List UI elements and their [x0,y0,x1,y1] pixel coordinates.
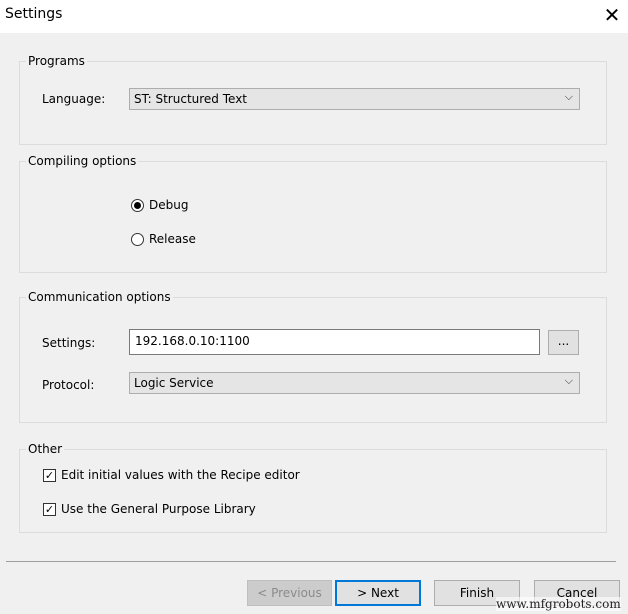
other-group [19,449,607,533]
chevron-down-icon: ⌵ [564,374,573,387]
language-value: ST: Structured Text [134,92,248,106]
programs-legend: Programs [26,54,87,68]
recipe-editor-label: Edit initial values with the Recipe edit… [61,468,300,482]
general-library-checkbox[interactable]: ✓ [43,503,56,516]
protocol-label: Protocol: [42,378,95,392]
browse-button[interactable]: ... [548,330,579,355]
communication-group [19,297,607,423]
protocol-select[interactable]: Logic Service ⌵ [129,372,580,394]
close-icon[interactable]: ✕ [600,3,624,27]
previous-button[interactable]: < Previous [247,580,332,606]
title-bar [0,0,628,33]
language-label: Language: [42,92,106,106]
window-title: Settings [5,6,63,22]
chevron-down-icon: ⌵ [564,90,573,103]
next-button[interactable]: > Next [335,580,421,606]
compiling-group [19,161,607,273]
other-legend: Other [26,442,65,456]
compiling-legend: Compiling options [26,154,139,168]
general-library-label: Use the General Purpose Library [61,502,256,516]
communication-legend: Communication options [26,290,173,304]
settings-input[interactable]: 192.168.0.10:1100 [129,329,540,355]
watermark: www.mfgrobots.com [496,597,621,611]
settings-label: Settings: [42,336,96,350]
recipe-editor-checkbox[interactable]: ✓ [43,469,56,482]
release-radio[interactable] [131,233,144,246]
debug-radio[interactable] [131,199,144,212]
protocol-value: Logic Service [134,376,214,390]
separator [6,561,616,562]
debug-label: Debug [149,198,189,212]
language-select[interactable]: ST: Structured Text ⌵ [129,88,580,110]
release-label: Release [149,232,196,246]
